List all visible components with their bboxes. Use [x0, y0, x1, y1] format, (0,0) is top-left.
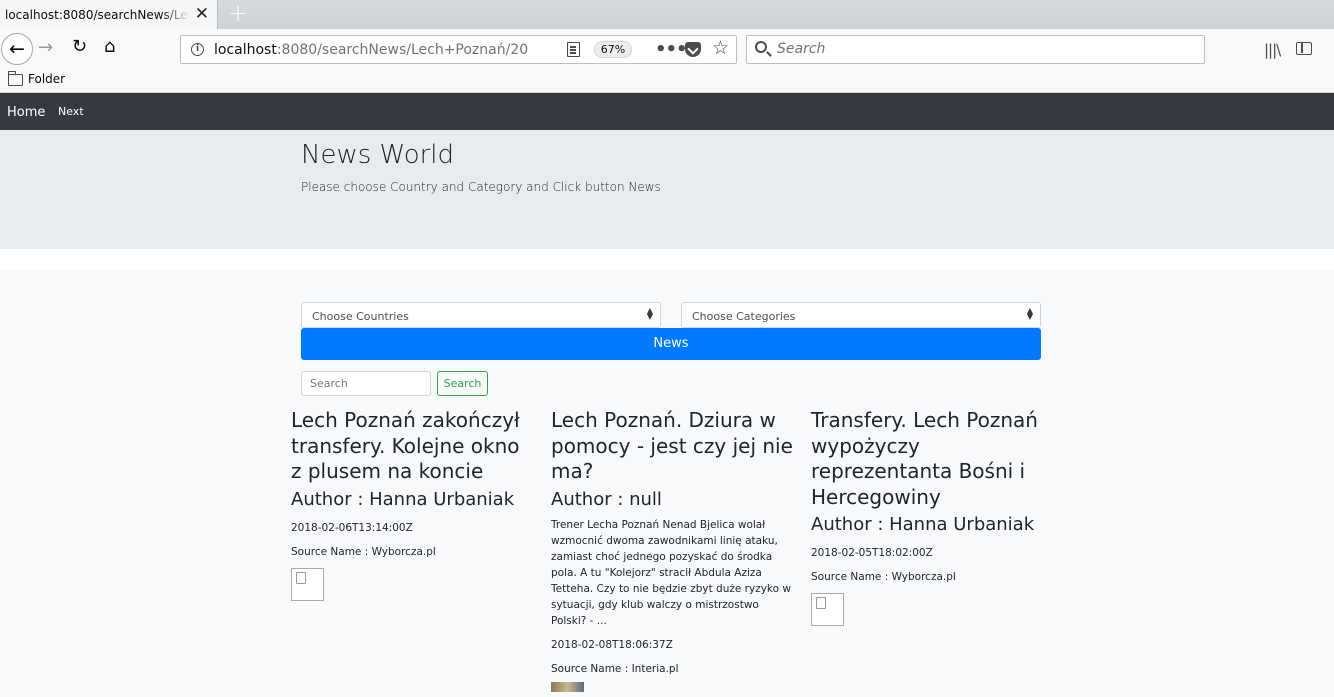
- url-bar[interactable]: i localhost:8080/searchNews/Lech+Poznań/…: [180, 35, 737, 64]
- article-date: 2018-02-06T13:14:00Z: [291, 521, 413, 534]
- broken-image-icon[interactable]: [291, 567, 324, 601]
- article-author: Author : Hanna Urbaniak: [291, 488, 515, 510]
- tab-title: localhost:8080/searchNews/Lech+Poznań/20: [5, 7, 190, 22]
- page-title: News World: [301, 140, 455, 170]
- browser-toolbar: ← → ↻ ⌂ i localhost:8080/searchNews/Lech…: [0, 29, 1334, 69]
- article-card: Lech Poznań zakończył transfery. Kolejne…: [291, 408, 533, 601]
- bookmarks-toolbar: Folder: [0, 69, 1334, 93]
- site-navbar: Home Next: [0, 93, 1334, 130]
- url-path: :8080/searchNews/Lech+Poznań/20: [276, 42, 529, 58]
- new-tab-icon[interactable]: +: [228, 1, 248, 25]
- countries-select[interactable]: Choose Countries ▲ ▼: [301, 302, 661, 328]
- countries-select-label: Choose Countries: [312, 310, 409, 323]
- library-icon[interactable]: |||\: [1264, 41, 1281, 59]
- article-title[interactable]: Lech Poznań zakończył transfery. Kolejne…: [291, 408, 533, 485]
- search-button[interactable]: Search: [437, 371, 488, 396]
- reader-view-icon[interactable]: [567, 42, 580, 57]
- article-date: 2018-02-08T18:06:37Z: [551, 638, 673, 651]
- categories-select[interactable]: Choose Categories ▲ ▼: [681, 302, 1041, 328]
- browser-search-input[interactable]: [777, 41, 1177, 57]
- article-title[interactable]: Transfery. Lech Poznań wypożyczy repreze…: [811, 408, 1053, 510]
- forward-arrow-icon[interactable]: →: [38, 39, 53, 57]
- tab-strip: localhost:8080/searchNews/Lech+Poznań/20…: [0, 0, 1334, 29]
- article-author: Author : Hanna Urbaniak: [811, 514, 1035, 535]
- article-source: Source Name : Interia.pl: [551, 662, 679, 675]
- article-card: Lech Poznań. Dziura w pomocy - jest czy …: [551, 408, 793, 692]
- pocket-icon[interactable]: [685, 42, 701, 57]
- broken-image-icon[interactable]: [811, 593, 844, 626]
- article-description: Trener Lecha Poznań Nenad Bjelica wolał …: [551, 518, 791, 627]
- home-icon[interactable]: ⌂: [104, 38, 115, 56]
- bookmark-star-icon[interactable]: ☆: [712, 37, 729, 59]
- folder-icon[interactable]: [8, 71, 23, 86]
- url-text[interactable]: localhost:8080/searchNews/Lech+Poznań/20: [214, 42, 528, 58]
- nav-next-link[interactable]: Next: [58, 105, 84, 118]
- article-date: 2018-02-05T18:02:00Z: [811, 547, 933, 559]
- zoom-indicator[interactable]: 67%: [594, 41, 632, 58]
- nav-home-link[interactable]: Home: [7, 105, 45, 120]
- page-subtitle: Please choose Country and Category and C…: [301, 180, 661, 194]
- news-button[interactable]: News: [301, 328, 1041, 360]
- reload-icon[interactable]: ↻: [72, 38, 87, 56]
- site-info-icon[interactable]: i: [191, 43, 204, 56]
- article-card: Transfery. Lech Poznań wypożyczy repreze…: [811, 408, 1053, 626]
- news-search-input[interactable]: [301, 371, 431, 396]
- bookmark-folder-label[interactable]: Folder: [28, 72, 65, 86]
- article-source: Source Name : Wyborcza.pl: [811, 571, 956, 583]
- select-arrows-icon: ▲ ▼: [646, 306, 653, 321]
- back-arrow-icon[interactable]: ←: [1, 33, 33, 65]
- close-tab-icon[interactable]: ✕: [195, 5, 209, 23]
- browser-tab-active[interactable]: localhost:8080/searchNews/Lech+Poznań/20…: [0, 0, 218, 29]
- categories-select-label: Choose Categories: [692, 310, 796, 323]
- select-arrows-icon: ▲ ▼: [1026, 306, 1033, 321]
- article-source: Source Name : Wyborcza.pl: [291, 545, 436, 558]
- search-icon: [755, 41, 767, 53]
- page-actions-icon[interactable]: •••: [655, 39, 688, 60]
- sidebar-toggle-icon[interactable]: [1296, 42, 1312, 55]
- article-title[interactable]: Lech Poznań. Dziura w pomocy - jest czy …: [551, 408, 793, 485]
- browser-search-bar[interactable]: [746, 35, 1205, 64]
- article-image[interactable]: [551, 681, 584, 692]
- section-divider: [0, 249, 1334, 270]
- article-author: Author : null: [551, 488, 662, 510]
- url-host: localhost: [214, 42, 277, 58]
- jumbotron: News World Please choose Country and Cat…: [0, 130, 1334, 249]
